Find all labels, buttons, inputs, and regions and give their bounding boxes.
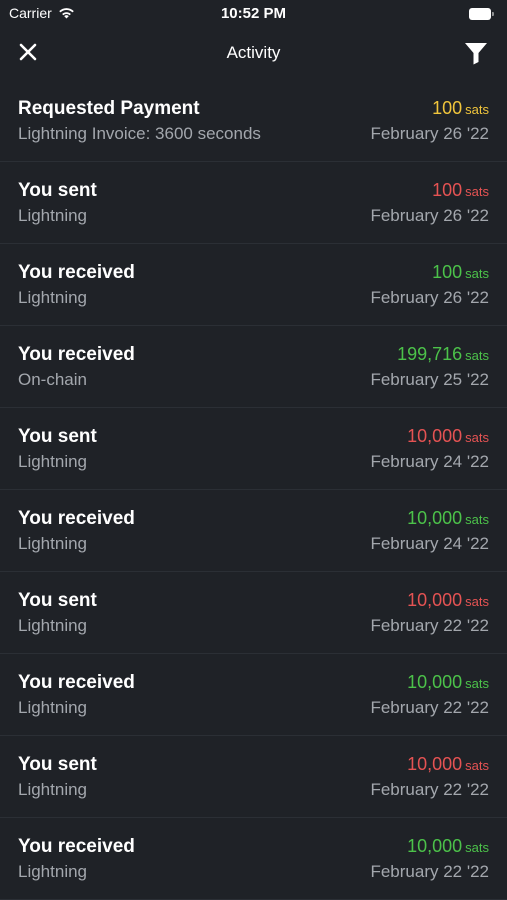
nav-bar: Activity xyxy=(0,30,507,76)
activity-amount: 10,000 sats xyxy=(407,672,489,693)
amount-value: 100 xyxy=(432,180,463,200)
activity-row[interactable]: You sent Lightning 10,000 sats February 22 '… xyxy=(0,736,507,818)
amount-value: 10,000 xyxy=(407,590,463,610)
amount-value: 10,000 xyxy=(407,426,463,446)
amount-unit: sats xyxy=(465,840,489,855)
activity-amount: 10,000 sats xyxy=(407,590,489,611)
amount-unit: sats xyxy=(465,512,489,527)
amount-unit: sats xyxy=(465,348,489,363)
activity-date: February 26 '22 xyxy=(370,206,489,225)
activity-amount: 10,000 sats xyxy=(407,754,489,775)
activity-date: February 22 '22 xyxy=(370,862,489,881)
activity-amount: 100 sats xyxy=(432,262,489,283)
activity-amount: 199,716 sats xyxy=(397,344,489,365)
activity-title: You received xyxy=(18,344,135,365)
activity-date: February 24 '22 xyxy=(370,452,489,471)
activity-amount: 100 sats xyxy=(432,98,489,119)
activity-title: Requested Payment xyxy=(18,98,200,119)
activity-row[interactable]: You received On-chain 199,716 sats February … xyxy=(0,326,507,408)
activity-subtitle: Lightning xyxy=(18,534,88,553)
activity-list: Requested Payment Lightning Invoice: 3600… xyxy=(0,80,507,900)
activity-amount: 10,000 sats xyxy=(407,836,489,857)
amount-value: 199,716 xyxy=(397,344,463,364)
amount-value: 10,000 xyxy=(407,672,463,692)
activity-title: You received xyxy=(18,836,135,857)
status-time: 10:52 PM xyxy=(220,5,287,22)
activity-subtitle: Lightning xyxy=(18,862,88,881)
activity-subtitle: Lightning xyxy=(18,616,88,635)
activity-amount: 10,000 sats xyxy=(407,426,489,447)
activity-title: You sent xyxy=(18,590,97,611)
activity-date: February 22 '22 xyxy=(370,780,489,799)
activity-row[interactable]: You received Lightning 100 sats February 26 … xyxy=(0,244,507,326)
amount-unit: sats xyxy=(465,266,489,281)
amount-unit: sats xyxy=(465,430,489,445)
amount-unit: sats xyxy=(465,594,489,609)
activity-row[interactable]: You received Lightning 10,000 sats February … xyxy=(0,818,507,900)
amount-value: 10,000 xyxy=(407,754,463,774)
activity-subtitle: Lightning xyxy=(18,206,88,225)
amount-unit: sats xyxy=(465,102,489,117)
activity-date: February 25 '22 xyxy=(370,370,489,389)
filter-button[interactable] xyxy=(461,39,491,67)
activity-title: You received xyxy=(18,672,135,693)
activity-row[interactable]: You sent Lightning 100 sats February 26 '22 xyxy=(0,162,507,244)
activity-row[interactable]: You received Lightning 10,000 sats February … xyxy=(0,490,507,572)
amount-value: 10,000 xyxy=(407,508,463,528)
status-bar: Carrier 10:52 PM xyxy=(0,0,507,30)
page-title: Activity xyxy=(226,43,281,62)
battery-icon xyxy=(469,8,495,20)
activity-subtitle: Lightning xyxy=(18,288,88,307)
activity-row[interactable]: You sent Lightning 10,000 sats February 24 '… xyxy=(0,408,507,490)
activity-row[interactable]: Requested Payment Lightning Invoice: 3600… xyxy=(0,80,507,162)
activity-subtitle: Lightning xyxy=(18,452,88,471)
activity-row[interactable]: You received Lightning 10,000 sats February … xyxy=(0,654,507,736)
activity-subtitle: On-chain xyxy=(18,370,87,389)
amount-value: 10,000 xyxy=(407,836,463,856)
activity-title: You received xyxy=(18,508,135,529)
activity-date: February 24 '22 xyxy=(370,534,489,553)
activity-title: You sent xyxy=(18,754,97,775)
amount-unit: sats xyxy=(465,758,489,773)
activity-row[interactable]: You sent Lightning 10,000 sats February 22 '… xyxy=(0,572,507,654)
amount-unit: sats xyxy=(465,676,489,691)
activity-amount: 10,000 sats xyxy=(407,508,489,529)
activity-title: You sent xyxy=(18,180,97,201)
filter-icon xyxy=(465,43,487,65)
amount-value: 100 xyxy=(432,98,463,118)
activity-amount: 100 sats xyxy=(432,180,489,201)
activity-subtitle: Lightning xyxy=(18,780,88,799)
activity-title: You sent xyxy=(18,426,97,447)
activity-subtitle: Lightning Invoice: 3600 seconds xyxy=(18,124,261,143)
activity-title: You received xyxy=(18,262,135,283)
activity-date: February 22 '22 xyxy=(370,698,489,717)
amount-unit: sats xyxy=(465,184,489,199)
activity-subtitle: Lightning xyxy=(18,698,88,717)
activity-date: February 26 '22 xyxy=(370,124,489,143)
activity-date: February 22 '22 xyxy=(370,616,489,635)
activity-date: February 26 '22 xyxy=(370,288,489,307)
amount-value: 100 xyxy=(432,262,463,282)
